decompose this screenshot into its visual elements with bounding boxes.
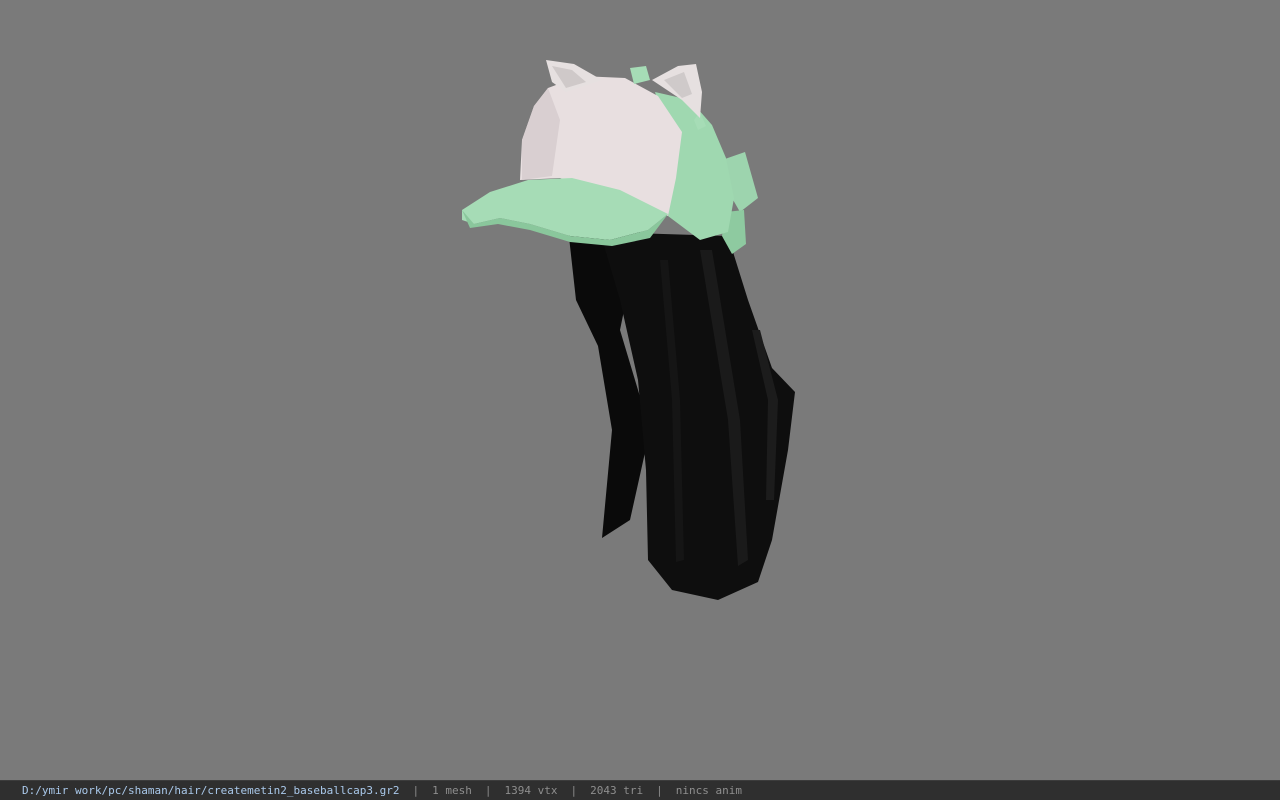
status-animation: nincs anim bbox=[675, 784, 742, 797]
status-separator: | bbox=[484, 784, 492, 797]
status-separator: | bbox=[412, 784, 420, 797]
status-triangle-count: 2043 tri bbox=[590, 784, 644, 797]
status-file-path: D:/ymir work/pc/shaman/hair/createmetin2… bbox=[22, 784, 400, 797]
status-vertex-count: 1394 vtx bbox=[504, 784, 558, 797]
model-viewport[interactable] bbox=[0, 0, 1280, 780]
status-bar: D:/ymir work/pc/shaman/hair/createmetin2… bbox=[0, 780, 1280, 800]
cap-top-nub bbox=[630, 66, 650, 84]
status-mesh-count: 1 mesh bbox=[432, 784, 472, 797]
status-separator: | bbox=[570, 784, 578, 797]
status-separator: | bbox=[656, 784, 663, 797]
model-render bbox=[462, 60, 795, 600]
